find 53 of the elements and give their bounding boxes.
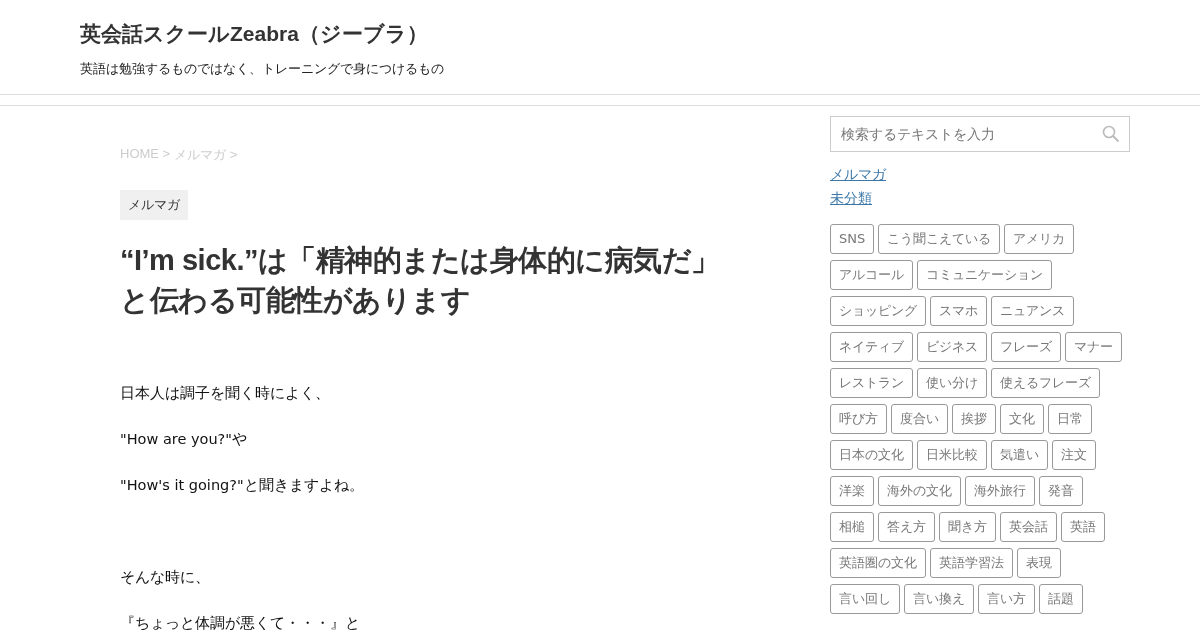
tag-link[interactable]: 洋楽 [830,476,874,506]
tag-link[interactable]: マナー [1065,332,1122,362]
tag-link[interactable]: ビジネス [917,332,987,362]
tag-link[interactable]: 聞き方 [939,512,996,542]
tag-link[interactable]: 挨拶 [952,404,996,434]
tag-link[interactable]: 話題 [1039,584,1083,614]
tag-link[interactable]: 注文 [1052,440,1096,470]
tag-link[interactable]: 海外旅行 [965,476,1035,506]
tag-link[interactable]: 呼び方 [830,404,887,434]
tag-link[interactable]: 言い方 [978,584,1035,614]
tag-link[interactable]: SNS [830,224,875,254]
tag-link[interactable]: 使い分け [917,368,987,398]
site-title[interactable]: 英会話スクールZeabra（ジーブラ） [80,18,1120,50]
tag-link[interactable]: ニュアンス [991,296,1074,326]
tag-link[interactable]: 文化 [1000,404,1044,434]
tag-link[interactable]: 言い回し [830,584,900,614]
tag-link[interactable]: 相槌 [830,512,874,542]
tag-link[interactable]: こう聞こえている [878,224,1001,254]
tag-link[interactable]: 海外の文化 [878,476,961,506]
tag-link[interactable]: 答え方 [878,512,935,542]
category-link[interactable]: 未分類 [830,188,872,209]
tag-link[interactable]: 日常 [1048,404,1092,434]
tag-link[interactable]: 日本の文化 [830,440,913,470]
paragraph: 日本人は調子を聞く時によく、 [120,384,331,403]
tag-link[interactable]: アメリカ [1004,224,1075,254]
tag-link[interactable]: 表現 [1017,548,1061,578]
category-label[interactable]: メルマガ [120,190,188,220]
tag-link[interactable]: 英会話 [1000,512,1057,542]
site-tagline: 英語は勉強するものではなく、トレーニングで身につけるもの [80,61,445,78]
article-title: “I’m sick.”は「精神的または身体的に病気だ」と伝わる可能性があります [120,243,721,318]
tag-link[interactable]: ネイティブ [830,332,913,362]
tag-link[interactable]: 日米比較 [917,440,987,470]
tag-link[interactable]: 使えるフレーズ [991,368,1100,398]
paragraph: そんな時に、 [120,568,211,587]
search-icon[interactable] [1102,125,1120,143]
paragraph: "How's it going?"と聞きますよね。 [120,476,365,495]
tag-link[interactable]: ショッピング [830,296,926,326]
search-field[interactable]: 検索するテキストを入力 [830,116,1130,152]
paragraph: "How are you?"や [120,430,248,449]
category-link[interactable]: メルマガ [830,164,886,185]
tag-link[interactable]: 発音 [1039,476,1083,506]
tag-link[interactable]: 度合い [891,404,948,434]
tag-link[interactable]: レストラン [830,368,913,398]
tag-link[interactable]: コミュニケーション [917,260,1052,290]
tag-link[interactable]: 英語学習法 [930,548,1013,578]
tag-link[interactable]: 言い換え [904,584,974,614]
tag-link[interactable]: スマホ [930,296,987,326]
tag-link[interactable]: 気遣い [991,440,1048,470]
tag-link[interactable]: アルコール [830,260,913,290]
tag-link[interactable]: フレーズ [991,332,1061,362]
tag-link[interactable]: 英語圏の文化 [830,548,926,578]
paragraph: 『ちょっと体調が悪くて・・・』と [120,614,361,630]
tag-link[interactable]: 英語 [1061,512,1105,542]
